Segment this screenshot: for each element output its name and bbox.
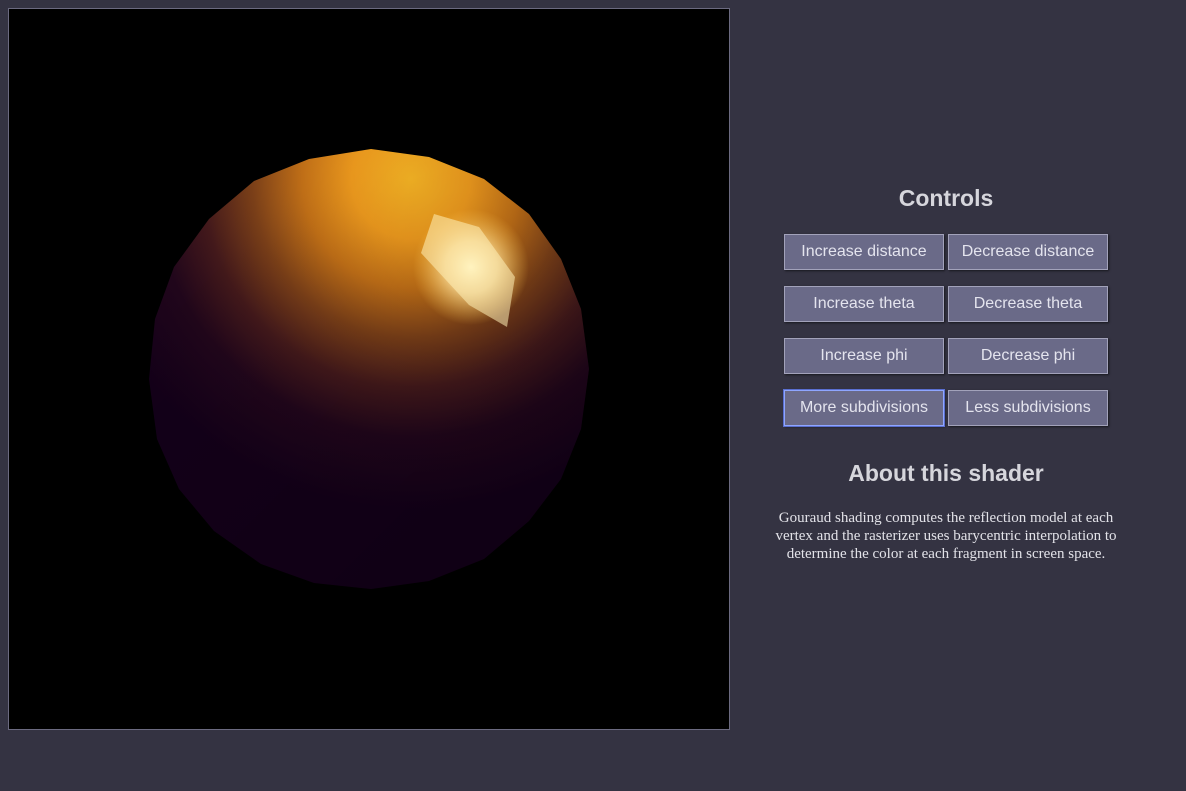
controls-button-grid: Increase distance Decrease distance Incr… <box>752 234 1140 426</box>
shaded-sphere-render <box>149 149 589 589</box>
decrease-theta-button[interactable]: Decrease theta <box>948 286 1108 322</box>
controls-title: Controls <box>898 185 994 211</box>
less-subdivisions-button[interactable]: Less subdivisions <box>948 390 1108 426</box>
decrease-distance-button[interactable]: Decrease distance <box>948 234 1108 270</box>
control-panel: Controls Increase distance Decrease dist… <box>752 160 1140 563</box>
decrease-phi-button[interactable]: Decrease phi <box>948 338 1108 374</box>
about-title: About this shader <box>848 460 1044 486</box>
render-canvas <box>8 8 730 730</box>
about-description: Gouraud shading computes the reflection … <box>775 510 1117 562</box>
increase-phi-button[interactable]: Increase phi <box>784 338 944 374</box>
more-subdivisions-button[interactable]: More subdivisions <box>784 390 944 426</box>
increase-distance-button[interactable]: Increase distance <box>784 234 944 270</box>
increase-theta-button[interactable]: Increase theta <box>784 286 944 322</box>
sphere-rim-shadow <box>149 149 589 589</box>
